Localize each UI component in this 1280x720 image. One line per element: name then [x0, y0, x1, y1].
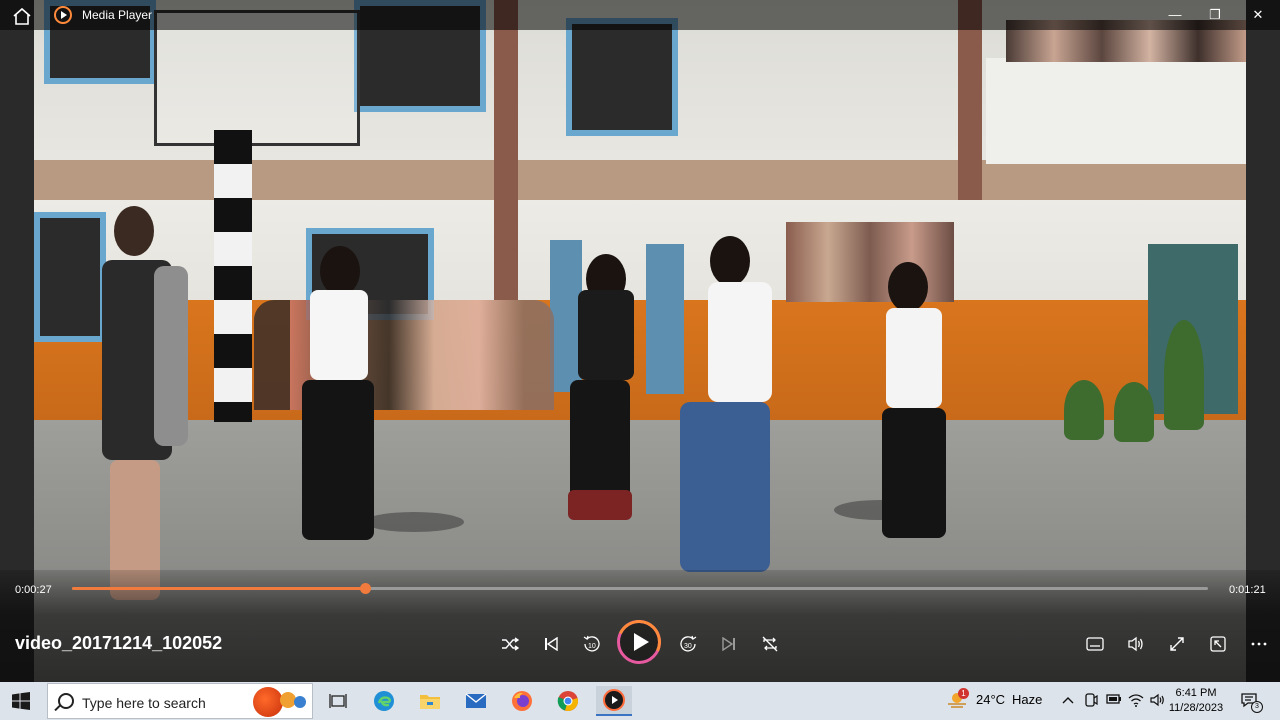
- chevron-up-icon: [1062, 697, 1074, 704]
- minimize-button[interactable]: —: [1155, 0, 1195, 30]
- media-player-app-icon: [54, 6, 72, 24]
- play-button[interactable]: [617, 620, 661, 664]
- captions-button[interactable]: [1081, 630, 1109, 658]
- fullscreen-icon: [1170, 637, 1184, 651]
- close-button[interactable]: ✕: [1238, 0, 1278, 30]
- search-icon: [58, 693, 74, 709]
- total-duration: 0:01:21: [1229, 584, 1266, 596]
- taskbar-clock[interactable]: 6:41 PM 11/28/2023: [1166, 686, 1226, 716]
- volume-icon: [1128, 636, 1143, 652]
- next-button[interactable]: [715, 630, 743, 658]
- shuffle-button[interactable]: [496, 630, 524, 658]
- balcony-wall: [986, 58, 1246, 164]
- task-view-button[interactable]: [320, 686, 356, 716]
- skip-back-icon: 10: [583, 635, 600, 652]
- search-highlight-icon: [294, 696, 306, 708]
- folder-icon: [420, 695, 440, 709]
- show-hidden-icons-button[interactable]: [1062, 693, 1074, 708]
- skip-forward-30-button[interactable]: 30: [674, 630, 702, 658]
- tray-volume[interactable]: [1150, 693, 1166, 710]
- basketball-backboard: [154, 10, 360, 146]
- speaker-icon: [1150, 693, 1164, 707]
- weather-temperature[interactable]: 24°C: [976, 692, 1005, 707]
- taskbar-mail[interactable]: [458, 686, 494, 716]
- maximize-button[interactable]: ❐: [1195, 0, 1235, 30]
- taskbar-media-player[interactable]: [596, 686, 632, 716]
- clock-date: 11/28/2023: [1168, 702, 1224, 714]
- previous-button[interactable]: [537, 630, 565, 658]
- task-view-icon: [329, 694, 347, 708]
- svg-text:10: 10: [588, 643, 596, 650]
- mail-icon: [465, 693, 487, 708]
- potted-plant-2: [1114, 382, 1154, 442]
- dancer-4: [670, 232, 780, 612]
- repeat-button[interactable]: [756, 630, 784, 658]
- more-icon: [1251, 642, 1267, 646]
- battery-charging-icon: [1106, 694, 1121, 704]
- home-icon[interactable]: [10, 6, 34, 26]
- more-options-button[interactable]: [1245, 630, 1273, 658]
- dancer-1: [84, 200, 194, 620]
- search-highlight-icon: [253, 687, 283, 717]
- fullscreen-button[interactable]: [1163, 630, 1191, 658]
- next-icon: [722, 637, 735, 651]
- title-bar: Media Player — ❐ ✕: [0, 0, 1280, 30]
- chrome-icon: [557, 691, 578, 711]
- edge-icon: [374, 691, 394, 711]
- app-title: Media Player: [82, 8, 153, 22]
- elapsed-time: 0:00:27: [15, 584, 52, 596]
- media-player-icon: [603, 689, 625, 711]
- window-upper-3: [566, 18, 678, 136]
- weather-condition[interactable]: Haze: [1012, 692, 1042, 707]
- previous-icon: [545, 637, 558, 651]
- mini-player-button[interactable]: [1204, 630, 1232, 658]
- dancer-5: [846, 258, 966, 548]
- dancer-2: [290, 240, 390, 560]
- building-column-2: [958, 0, 982, 200]
- notification-count-badge: 3: [1251, 701, 1263, 713]
- tray-battery[interactable]: [1106, 693, 1122, 708]
- action-center-button[interactable]: 3: [1240, 691, 1263, 713]
- seek-bar[interactable]: [72, 583, 1208, 594]
- potted-plant-3: [1164, 320, 1204, 430]
- wifi-icon: [1128, 694, 1144, 707]
- repeat-off-icon: [762, 636, 778, 652]
- captions-icon: [1086, 637, 1104, 651]
- taskbar-search-box[interactable]: Type here to search: [47, 683, 313, 719]
- tray-network[interactable]: [1128, 693, 1144, 710]
- windows-start-icon[interactable]: [12, 692, 30, 710]
- striped-pillar: [214, 130, 252, 422]
- skip-back-10-button[interactable]: 10: [578, 630, 606, 658]
- dancer-3: [560, 250, 650, 530]
- building-column: [494, 0, 518, 300]
- svg-text:30: 30: [684, 643, 692, 650]
- taskbar-firefox[interactable]: [504, 686, 540, 716]
- potted-plant-1: [1064, 380, 1104, 440]
- seek-bar-progress: [72, 587, 365, 590]
- volume-button[interactable]: [1122, 630, 1150, 658]
- taskbar-file-explorer[interactable]: [412, 686, 448, 716]
- taskbar-chrome[interactable]: [550, 686, 586, 716]
- search-placeholder: Type here to search: [82, 695, 206, 711]
- taskbar-edge[interactable]: [366, 686, 402, 716]
- taskbar: Type here to search 1 24°C Haze 6:41 PM …: [0, 682, 1280, 720]
- weather-alert-badge: 1: [958, 688, 969, 699]
- meet-now-icon: [1085, 693, 1098, 707]
- skip-forward-icon: 30: [680, 635, 697, 652]
- mini-player-icon: [1210, 636, 1226, 652]
- shuffle-icon: [502, 637, 519, 651]
- tray-meet-now[interactable]: [1084, 693, 1098, 710]
- firefox-icon: [512, 691, 532, 711]
- video-title: video_20171214_102052: [15, 633, 223, 653]
- seek-bar-handle[interactable]: [359, 583, 371, 594]
- clock-time: 6:41 PM: [1175, 687, 1217, 699]
